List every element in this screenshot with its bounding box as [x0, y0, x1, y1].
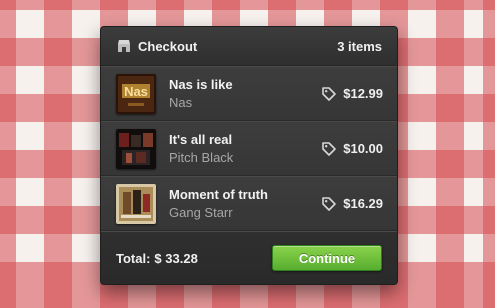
checkout-header: Checkout 3 items	[101, 27, 397, 66]
item-price-wrap: $16.29	[321, 196, 383, 212]
tag-icon	[322, 196, 337, 211]
item-title: Moment of truth	[169, 187, 268, 202]
item-title: It's all real	[169, 132, 233, 147]
shop-icon	[118, 40, 130, 52]
item-price-wrap: $12.99	[321, 86, 383, 102]
tag-icon	[322, 86, 337, 101]
checkout-title-group: Checkout	[116, 38, 197, 54]
item-artist: Pitch Black	[169, 150, 234, 165]
total-summary: Total: $ 33.28	[116, 251, 198, 266]
total-label: Total:	[116, 250, 151, 266]
album-cover	[116, 183, 156, 224]
item-text: Moment of truth Gang Starr	[169, 187, 321, 220]
item-title: Nas is like	[169, 77, 233, 92]
cart-item[interactable]: Nas Nas is like Nas $12.99	[101, 66, 397, 121]
item-price-wrap: $10.00	[321, 141, 383, 157]
item-count: 3 items	[337, 38, 382, 54]
item-price: $10.00	[343, 141, 383, 156]
continue-button[interactable]: Continue	[272, 245, 382, 271]
cart-item[interactable]: Moment of truth Gang Starr $16.29	[101, 176, 397, 231]
item-artist: Gang Starr	[169, 205, 233, 220]
checkout-title: Checkout	[138, 38, 198, 54]
album-cover	[116, 128, 156, 169]
total-value: $ 33.28	[154, 250, 198, 266]
album-cover-text: Nas	[124, 84, 148, 99]
checkout-footer: Total: $ 33.28 Continue	[101, 231, 397, 284]
cart-item[interactable]: It's all real Pitch Black $10.00	[101, 121, 397, 176]
item-text: Nas is like Nas	[169, 77, 321, 110]
item-artist: Nas	[169, 95, 193, 110]
tag-icon	[322, 141, 337, 156]
album-cover: Nas	[116, 73, 156, 114]
item-price: $12.99	[343, 86, 383, 101]
item-text: It's all real Pitch Black	[169, 132, 321, 165]
item-price: $16.29	[343, 196, 383, 211]
checkout-panel: Checkout 3 items Nas Nas is like Nas $12…	[100, 26, 398, 285]
